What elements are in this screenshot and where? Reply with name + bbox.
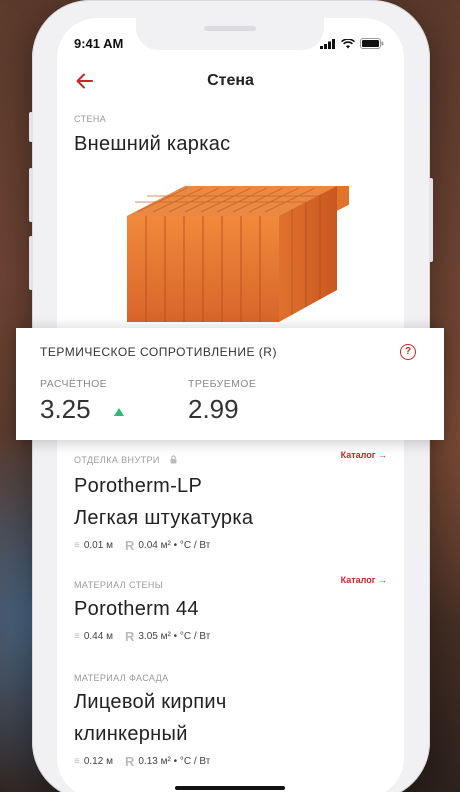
layer-interior-finish: ОТДЕЛКА ВНУТРИ Каталог → Porotherm-LP Ле… <box>74 450 387 553</box>
calculated-label: РАСЧЁТНОЕ <box>40 378 108 390</box>
catalog-link[interactable]: Каталог → <box>341 450 387 460</box>
arrow-right-icon: → <box>378 575 387 585</box>
layer-eyebrow: МАТЕРИАЛ СТЕНЫ <box>74 580 164 590</box>
help-icon[interactable]: ? <box>400 344 416 360</box>
phone-side-button <box>29 236 33 290</box>
layer-meta: ≡ 0.44 м R 3.05 м² • °C / Вт <box>74 629 387 644</box>
arrow-right-icon: → <box>378 450 387 460</box>
layer-r-value: 3.05 м² • °C / Вт <box>138 631 211 642</box>
brick-image <box>127 186 349 322</box>
wall-name: Внешний каркас <box>74 133 231 155</box>
layer-name-line2: клинкерный <box>74 723 188 745</box>
catalog-link-label: Каталог <box>340 450 376 460</box>
calculated-value: 3.25 <box>40 394 91 424</box>
thermal-title: ТЕРМИЧЕСКОЕ СОПРОТИВЛЕНИЕ (R) <box>40 345 277 359</box>
status-time: 9:41 AM <box>74 36 124 51</box>
required-label: ТРЕБУЕМОЕ <box>188 378 257 390</box>
battery-icon <box>360 38 384 49</box>
wall-eyebrow: СТЕНА <box>74 114 107 124</box>
phone-side-button <box>29 168 33 222</box>
layer-thickness: 0.12 м <box>83 756 113 767</box>
phone-notch <box>136 18 324 50</box>
phone-side-button <box>29 112 33 142</box>
layer-meta: ≡ 0.01 м R 0.04 м² • °C / Вт <box>74 538 387 553</box>
home-indicator[interactable] <box>175 786 285 790</box>
layer-eyebrow: МАТЕРИАЛ ФАСАДА <box>74 673 169 683</box>
r-icon: R <box>124 754 135 769</box>
layer-facade-material: МАТЕРИАЛ ФАСАДА Лицевой кирпич клинкерны… <box>74 668 387 769</box>
layer-meta: ≡ 0.12 м R 0.13 м² • °C / Вт <box>74 754 387 769</box>
thickness-icon: ≡ <box>74 540 80 551</box>
catalog-link[interactable]: Каталог → <box>341 575 387 585</box>
catalog-link-label: Каталог <box>340 575 376 585</box>
thickness-icon: ≡ <box>74 756 80 767</box>
layer-name-line2: Легкая штукатурка <box>74 507 254 529</box>
layer-eyebrow: ОТДЕЛКА ВНУТРИ <box>74 455 160 465</box>
layer-name: Porotherm 44 <box>74 598 199 620</box>
layer-thickness: 0.44 м <box>83 631 113 642</box>
thermal-resistance-card: ТЕРМИЧЕСКОЕ СОПРОТИВЛЕНИЕ (R) ? РАСЧЁТНО… <box>16 328 444 440</box>
phone-side-button <box>429 178 433 262</box>
up-arrow-icon <box>114 408 124 416</box>
layer-name: Porotherm-LP <box>74 475 203 497</box>
page-title: Стена <box>207 72 254 89</box>
signal-icon <box>320 38 335 49</box>
thickness-icon: ≡ <box>74 631 80 642</box>
layer-name: Лицевой кирпич <box>74 691 227 713</box>
wifi-icon <box>341 38 355 48</box>
layer-r-value: 0.13 м² • °C / Вт <box>138 756 211 767</box>
layer-thickness: 0.01 м <box>83 540 113 551</box>
layer-wall-material: МАТЕРИАЛ СТЕНЫ Каталог → Porotherm 44 ≡ … <box>74 575 387 644</box>
lock-icon <box>170 455 177 464</box>
required-value: 2.99 <box>188 394 239 424</box>
layer-r-value: 0.04 м² • °C / Вт <box>138 540 211 551</box>
r-icon: R <box>124 538 135 553</box>
r-icon: R <box>124 629 135 644</box>
status-icons <box>320 38 384 49</box>
